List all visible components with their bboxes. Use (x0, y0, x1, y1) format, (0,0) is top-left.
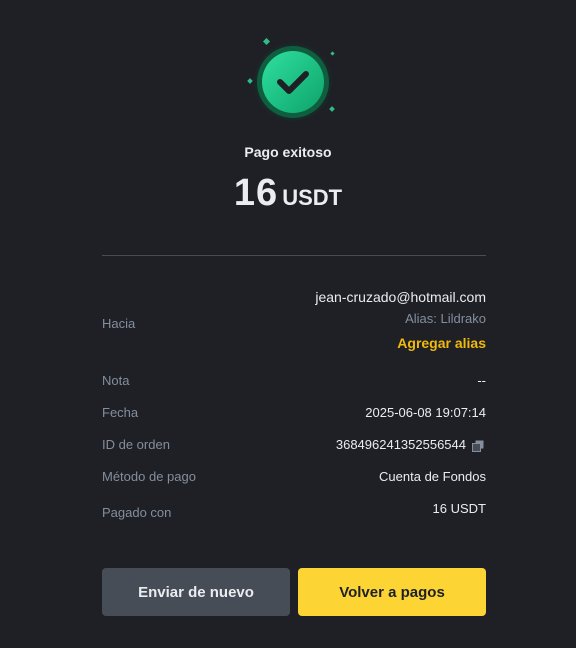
add-alias-link[interactable]: Agregar alias (397, 335, 486, 351)
payment-method-label: Método de pago (102, 469, 196, 484)
order-id-value: 368496241352556544 (335, 437, 466, 452)
date-label: Fecha (102, 405, 139, 420)
paid-with-label: Pagado con (102, 505, 172, 520)
note-value: -- (477, 373, 486, 388)
date-value: 2025-06-08 19:07:14 (365, 405, 486, 420)
note-label: Nota (102, 373, 130, 388)
paid-with-value: 16 USDT (432, 501, 486, 516)
to-label: Hacia (102, 316, 136, 331)
divider (102, 255, 486, 256)
back-to-payments-button[interactable]: Volver a pagos (298, 568, 486, 616)
copy-icon[interactable] (472, 440, 484, 452)
recipient-alias: Alias: Lildrako (405, 311, 486, 326)
payment-success-page: Pago exitoso 16 USDT Hacia jean-cruzado@h… (0, 0, 576, 648)
send-again-button[interactable]: Enviar de nuevo (102, 568, 290, 616)
payment-method-value: Cuenta de Fondos (379, 469, 486, 484)
amount-currency: USDT (282, 185, 343, 210)
order-id-value-wrap: 368496241352556544 (336, 437, 484, 452)
recipient-email: jean-cruzado@hotmail.com (315, 289, 486, 305)
order-id-label: ID de orden (102, 437, 170, 452)
payment-amount: 16 USDT (0, 172, 576, 215)
check-circle-icon (246, 38, 338, 128)
amount-value: 16 (233, 172, 279, 214)
status-title: Pago exitoso (244, 144, 332, 160)
